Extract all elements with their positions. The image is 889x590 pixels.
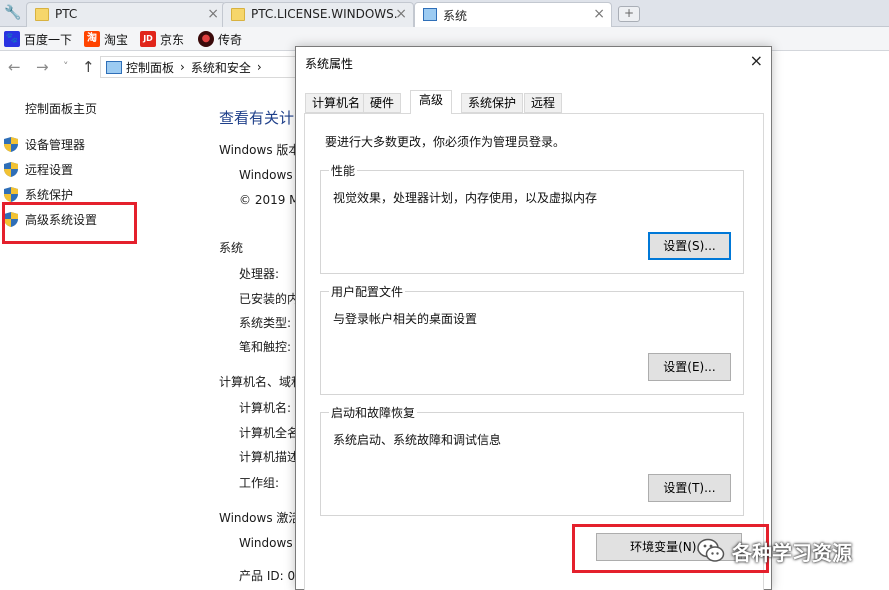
wrench-icon[interactable]: 🔧	[4, 4, 22, 22]
system-properties-dialog: 系统属性 × 计算机名 硬件 高级 系统保护 远程 要进行大多数更改，你必须作为…	[295, 46, 772, 590]
admin-note: 要进行大多数更改，你必须作为管理员登录。	[325, 135, 566, 149]
back-arrow-icon[interactable]: ←	[8, 58, 21, 76]
monitor-icon	[106, 60, 122, 74]
bookmark-label: 京东	[160, 32, 185, 47]
bookmark-jd[interactable]: JD 京东	[140, 30, 184, 48]
tab-ptc[interactable]: PTC ×	[26, 2, 226, 27]
folder-icon	[35, 8, 49, 21]
group-label: 用户配置文件	[329, 283, 406, 300]
group-label: 启动和故障恢复	[329, 404, 418, 421]
advanced-tab-panel: 要进行大多数更改，你必须作为管理员登录。 性能 视觉效果，处理器计划，内存使用，…	[304, 113, 764, 590]
sidebar-item-label: 系统保护	[25, 187, 74, 202]
control-panel-sidebar: 控制面板主页 设备管理器 远程设置 系统保护 高级系统设置	[0, 82, 210, 590]
startup-recovery-group: 启动和故障恢复 系统启动、系统故障和调试信息 设置(T)...	[320, 404, 744, 516]
sidebar-item-label: 设备管理器	[25, 137, 86, 152]
bookmark-taobao[interactable]: 淘 淘宝	[84, 30, 128, 48]
tab-title: PTC.LICENSE.WINDOWS.	[251, 7, 397, 21]
tab-title: 系统	[443, 9, 468, 23]
highlight-box	[2, 202, 137, 244]
recent-dropdown-icon[interactable]: ˅	[63, 60, 69, 73]
startup-recovery-settings-button[interactable]: 设置(T)...	[648, 474, 731, 502]
info-label: 计算机名:	[239, 401, 292, 415]
info-label: 笔和触控:	[239, 340, 292, 354]
user-profiles-group: 用户配置文件 与登录帐户相关的桌面设置 设置(E)...	[320, 283, 744, 395]
tab-system[interactable]: 系统 ×	[414, 2, 612, 28]
tab-computer-name[interactable]: 计算机名	[305, 93, 368, 113]
watermark-text: 各种学习资源	[732, 540, 852, 565]
info-label: 计算机描述	[239, 450, 300, 464]
sidebar-item-remote-settings[interactable]: 远程设置	[0, 158, 73, 180]
control-panel-home-link[interactable]: 控制面板主页	[25, 100, 97, 117]
bookmark-label: 淘宝	[104, 32, 129, 47]
info-label: 处理器:	[239, 267, 280, 281]
info-value: Windows	[239, 168, 293, 182]
breadcrumb-item[interactable]: 系统和安全	[191, 59, 251, 76]
bookmark-label: 传奇	[218, 32, 243, 47]
breadcrumb[interactable]: 控制面板 › 系统和安全 ›	[100, 56, 300, 78]
tab-title: PTC	[55, 7, 78, 21]
up-arrow-icon[interactable]: ↑	[82, 58, 95, 76]
uac-shield-icon	[4, 186, 18, 202]
browser-tab-strip: 🔧 PTC × PTC.LICENSE.WINDOWS. × 系统 × +	[0, 0, 889, 28]
forward-arrow-icon[interactable]: →	[36, 58, 49, 76]
group-description: 系统启动、系统故障和调试信息	[333, 433, 502, 447]
bookmark-baidu[interactable]: 🐾 百度一下	[4, 30, 72, 48]
dialog-title: 系统属性	[305, 57, 354, 71]
monitor-icon	[423, 8, 437, 21]
close-icon[interactable]: ×	[750, 51, 763, 70]
tab-hardware[interactable]: 硬件	[363, 93, 402, 113]
section-heading: Windows 激活	[219, 511, 301, 525]
info-value: Windows	[239, 536, 293, 550]
baidu-paw-icon: 🐾	[4, 31, 20, 47]
watermark: 各种学习资源	[696, 534, 852, 568]
tab-system-protection[interactable]: 系统保护	[461, 93, 524, 113]
group-description: 视觉效果，处理器计划，内存使用，以及虚拟内存	[333, 191, 598, 205]
uac-shield-icon	[4, 161, 18, 177]
breadcrumb-item[interactable]: 控制面板	[126, 59, 174, 76]
new-tab-button[interactable]: +	[618, 6, 640, 22]
jd-icon: JD	[140, 31, 156, 47]
group-description: 与登录帐户相关的桌面设置	[333, 312, 478, 326]
breadcrumb-separator: ›	[180, 60, 185, 74]
sidebar-item-device-manager[interactable]: 设备管理器	[0, 133, 85, 155]
info-label: 已安装的内	[239, 292, 300, 306]
bookmark-label: 百度一下	[24, 32, 73, 47]
tab-ptc-license[interactable]: PTC.LICENSE.WINDOWS. ×	[222, 2, 414, 27]
taobao-icon: 淘	[84, 31, 100, 47]
performance-settings-button[interactable]: 设置(S)...	[648, 232, 731, 260]
tab-remote[interactable]: 远程	[524, 93, 563, 113]
breadcrumb-separator: ›	[256, 60, 262, 74]
close-icon[interactable]: ×	[593, 6, 605, 22]
tab-advanced[interactable]: 高级	[410, 90, 453, 114]
section-heading: Windows 版本	[219, 143, 301, 157]
page-title: 查看有关计	[219, 109, 295, 127]
info-label: 系统类型:	[239, 316, 292, 330]
section-heading: 计算机名、域和	[219, 375, 304, 389]
close-icon[interactable]: ×	[395, 6, 407, 22]
info-label: 工作组:	[239, 476, 280, 490]
legend-game-icon: ●	[198, 31, 214, 47]
bookmark-chuanqi[interactable]: ● 传奇	[198, 30, 242, 48]
close-icon[interactable]: ×	[207, 6, 219, 22]
wechat-icon	[697, 538, 725, 562]
section-heading: 系统	[219, 241, 244, 255]
group-label: 性能	[329, 162, 358, 179]
folder-icon	[231, 8, 245, 21]
info-value: © 2019 M	[239, 193, 300, 207]
uac-shield-icon	[4, 136, 18, 152]
info-label: 产品 ID: 0	[239, 569, 296, 583]
info-label: 计算机全名	[239, 426, 300, 440]
performance-group: 性能 视觉效果，处理器计划，内存使用，以及虚拟内存 设置(S)...	[320, 162, 744, 274]
user-profiles-settings-button[interactable]: 设置(E)...	[648, 353, 731, 381]
sidebar-item-label: 远程设置	[25, 162, 74, 177]
